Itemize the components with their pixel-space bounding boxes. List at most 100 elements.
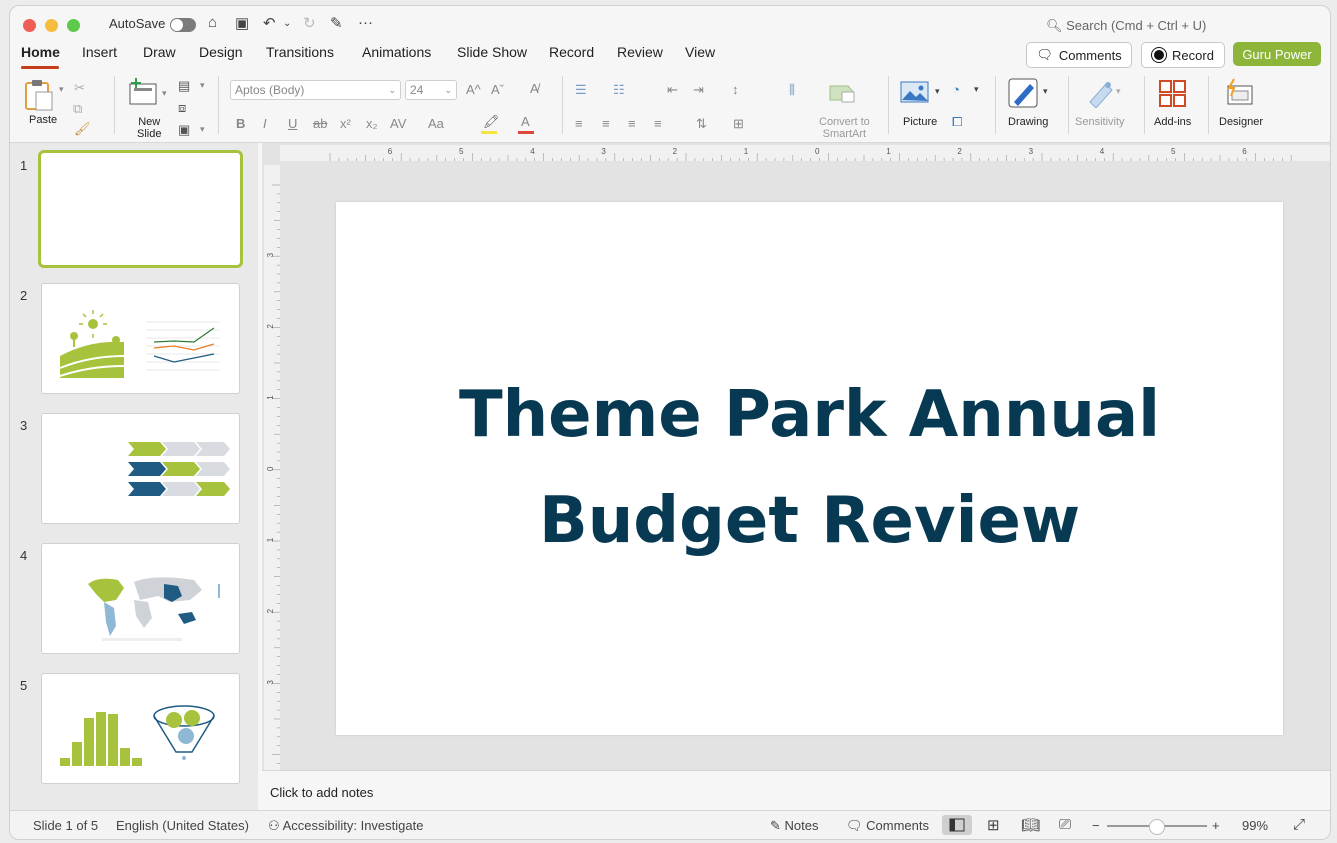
thumbnail-number: 2 (20, 288, 28, 303)
new-slide-dropdown-icon[interactable]: ▾ (162, 88, 167, 99)
bullets-icon[interactable]: ☰ (575, 82, 587, 98)
current-slide[interactable]: Theme Park Annual Budget Review (336, 202, 1283, 735)
notes-pane[interactable]: Click to add notes (262, 770, 1330, 811)
paste-dropdown-icon[interactable]: ▾ (59, 84, 64, 95)
picture-dropdown-icon[interactable]: ▾ (935, 86, 940, 97)
slide-thumbnail-3[interactable] (41, 413, 240, 524)
guru-power-button[interactable]: Guru Power (1233, 42, 1321, 66)
fit-to-window-icon[interactable]: ⤢ (1293, 816, 1305, 833)
designer-icon[interactable] (1224, 78, 1256, 108)
text-box-icon[interactable]: ⧠ (952, 114, 962, 130)
picture-icon[interactable] (900, 80, 930, 104)
tab-design[interactable]: Design (199, 44, 243, 60)
reset-icon[interactable]: ⧈ (178, 100, 186, 116)
zoom-level[interactable]: 99% (1242, 818, 1268, 833)
slide-thumbnail-1[interactable] (38, 150, 243, 268)
paste-icon[interactable] (24, 78, 58, 112)
add-ins-icon[interactable] (1158, 80, 1188, 108)
tab-transitions[interactable]: Transitions (266, 44, 334, 60)
font-color-icon[interactable]: A (521, 114, 530, 129)
tab-insert[interactable]: Insert (82, 44, 117, 60)
home-icon[interactable]: ⌂ (208, 14, 217, 31)
zoom-slider-thumb[interactable] (1149, 819, 1165, 835)
slide-thumbnail-5[interactable] (41, 673, 240, 784)
shapes-icon[interactable]: ◔ (952, 82, 960, 97)
layout-dropdown-icon[interactable]: ▾ (200, 80, 205, 91)
tab-home[interactable]: Home (21, 44, 60, 60)
character-spacing-button[interactable]: AV (390, 116, 406, 131)
minimize-window-button[interactable] (45, 19, 58, 32)
font-size-select[interactable]: 24 ⌄ (405, 80, 457, 100)
tab-view[interactable]: View (685, 44, 715, 60)
font-name-select[interactable]: Aptos (Body) ⌄ (230, 80, 401, 100)
comments-button[interactable]: 🗨︎ Comments (1026, 42, 1132, 68)
tab-slide-show[interactable]: Slide Show (457, 44, 527, 60)
align-center-icon[interactable]: ≡ (602, 116, 610, 131)
increase-indent-icon[interactable]: ⇥ (693, 82, 704, 98)
line-spacing-icon[interactable]: ↕ (732, 82, 739, 97)
format-painter-icon[interactable]: 🖌︎ (74, 121, 91, 137)
change-case-button[interactable]: Aa (428, 116, 444, 131)
tab-record[interactable]: Record (549, 44, 594, 60)
maximize-window-button[interactable] (67, 19, 80, 32)
tab-draw[interactable]: Draw (143, 44, 176, 60)
drawing-dropdown-icon[interactable]: ▾ (1043, 86, 1048, 97)
undo-dropdown-icon[interactable]: ⌄ (283, 18, 291, 29)
grow-font-icon[interactable]: A^ (466, 82, 481, 97)
layout-icon[interactable]: ▤ (178, 78, 190, 94)
slide-editor-area[interactable]: 6 5 4 3 2 1 0 1 2 3 4 5 6 3 2 1 0 1 2 3 Theme Park Annual … (262, 143, 1330, 770)
redo-icon[interactable]: ↻ (303, 14, 316, 32)
comments-toggle-button[interactable]: 🗨︎ Comments (846, 818, 929, 834)
copy-icon[interactable]: ⧉ (73, 101, 82, 117)
record-button[interactable]: Record (1141, 42, 1225, 68)
smartart-icon[interactable] (828, 82, 858, 104)
save-icon[interactable]: ▣ (235, 14, 249, 32)
thumbnail-preview (128, 442, 230, 496)
clear-formatting-icon[interactable]: A̸ (530, 81, 539, 96)
text-direction-icon[interactable]: ⇅ (696, 116, 707, 132)
subscript-button[interactable]: x₂ (366, 116, 378, 131)
numbering-icon[interactable]: ☷ (613, 82, 625, 98)
close-window-button[interactable] (23, 19, 36, 32)
autosave-toggle[interactable] (170, 18, 196, 32)
italic-button[interactable]: I (263, 116, 267, 131)
justify-icon[interactable]: ≡ (654, 116, 662, 131)
zoom-in-button[interactable]: + (1212, 818, 1220, 833)
reading-view-icon[interactable]: 📖︎ (1021, 816, 1040, 834)
new-slide-icon[interactable] (128, 78, 160, 106)
superscript-button[interactable]: x² (340, 116, 351, 131)
slide-title-placeholder[interactable]: Theme Park Annual Budget Review (336, 362, 1283, 574)
align-left-icon[interactable]: ≡ (575, 116, 583, 131)
normal-view-button[interactable] (942, 815, 972, 835)
slide-sorter-icon[interactable]: ⊞ (987, 816, 1000, 834)
tab-animations[interactable]: Animations (362, 44, 431, 60)
slide-thumbnail-2[interactable] (41, 283, 240, 394)
accessibility-status[interactable]: ⚇ Accessibility: Investigate (268, 818, 423, 834)
bold-button[interactable]: B (236, 116, 245, 131)
notes-toggle-button[interactable]: ✎ Notes (770, 818, 819, 834)
columns-icon[interactable]: ⫼ (789, 82, 795, 98)
underline-button[interactable]: U (288, 116, 297, 131)
align-text-icon[interactable]: ⊞ (733, 116, 744, 132)
search-field[interactable]: 🔍︎ Search (Cmd + Ctrl + U) (1046, 18, 1206, 34)
shrink-font-icon[interactable]: Aˇ (491, 82, 504, 97)
highlight-icon[interactable]: 🖍︎ (483, 114, 500, 130)
sensitivity-icon[interactable] (1086, 78, 1116, 108)
language-status[interactable]: English (United States) (116, 818, 249, 833)
format-painter-quick-icon[interactable]: ✎ (330, 14, 343, 32)
section-dropdown-icon[interactable]: ▾ (200, 124, 205, 135)
slide-show-icon[interactable]: ⎚ (1059, 816, 1071, 833)
tab-review[interactable]: Review (617, 44, 663, 60)
sensitivity-dropdown-icon[interactable]: ▾ (1116, 86, 1121, 97)
decrease-indent-icon[interactable]: ⇤ (667, 82, 678, 98)
align-right-icon[interactable]: ≡ (628, 116, 636, 131)
strikethrough-button[interactable]: ab (313, 116, 327, 131)
undo-icon[interactable]: ↶ (263, 14, 276, 32)
cut-icon[interactable]: ✂ (74, 80, 85, 96)
shapes-dropdown-icon[interactable]: ▾ (974, 84, 979, 95)
more-options-icon[interactable]: ··· (358, 14, 373, 31)
slide-thumbnail-4[interactable] (41, 543, 240, 654)
zoom-out-button[interactable]: − (1092, 818, 1100, 833)
section-icon[interactable]: ▣ (178, 122, 190, 138)
drawing-icon[interactable] (1008, 78, 1040, 110)
